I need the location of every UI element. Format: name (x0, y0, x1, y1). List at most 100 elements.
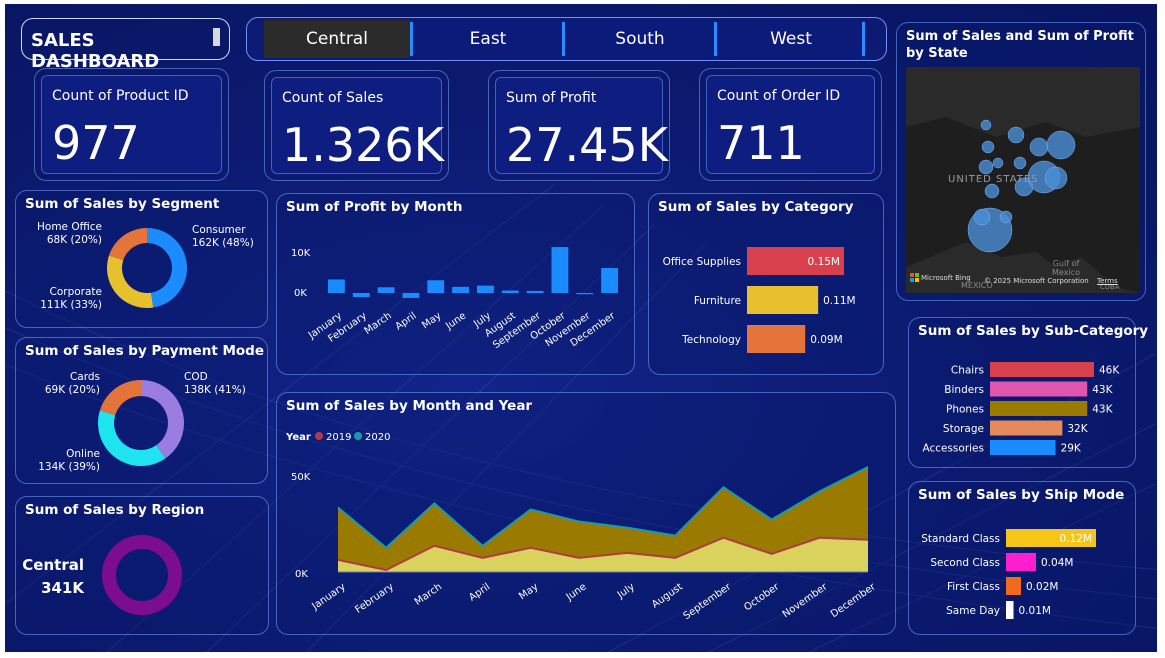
month-year-chart: Year 2019 2020 50K 0KJanuary February March Apr… (285, 432, 879, 622)
legend-marker (315, 432, 323, 440)
map-copyright: © 2025 Microsoft Corporation (984, 277, 1089, 285)
segment-chart-card: Sum of Sales by Segment Consumer 162K (48… (15, 190, 268, 328)
bar-value-label: 46K (1099, 365, 1120, 377)
bing-logo: Microsoft Bing (910, 273, 971, 282)
kpi-label: Count of Product ID (52, 88, 189, 104)
bar-value-label: 0.04M (1041, 557, 1073, 569)
slice-label: Cards (70, 371, 100, 383)
payment-chart-card: Sum of Sales by Payment Mode COD 138K (41… (15, 337, 268, 484)
tab-west[interactable]: West (718, 20, 864, 58)
slice-label: COD (184, 371, 208, 383)
x-tick-label: April (394, 310, 419, 332)
bar-category-label: Binders (944, 384, 984, 396)
bar-category-label: Same Day (946, 605, 1000, 617)
profit-bar (377, 287, 395, 293)
tab-divider (562, 22, 565, 56)
slice-value-label: 111K (33%) (40, 299, 102, 311)
donut-slice (109, 228, 147, 261)
shipmode-chart-card: Sum of Sales by Ship Mode Standard Class… (908, 481, 1136, 635)
tab-south[interactable]: South (566, 20, 714, 58)
category-chart-card: Sum of Sales by Category Office Supplies… (648, 193, 884, 375)
y-tick-label: 10K (291, 248, 311, 259)
bar-value-label: 0.01M (1019, 605, 1051, 617)
payment-donut: COD138K (41%) Online134K (39%) Cards69K (2… (38, 371, 246, 473)
slice-label: Corporate (50, 286, 103, 298)
bar-category-label: Storage (943, 423, 984, 435)
donut-ring (102, 535, 182, 615)
map-terms-link[interactable]: Terms (1097, 277, 1118, 285)
tab-central[interactable]: Central (264, 20, 410, 58)
region-label: Central (22, 556, 84, 574)
tab-east[interactable]: East (414, 20, 562, 58)
kpi-product-count: Count of Product ID 977 (34, 68, 229, 181)
bar-category-label: Standard Class (921, 533, 1000, 545)
x-tick-label: June (443, 310, 468, 332)
profit-bar (427, 280, 445, 293)
bar-category-label: First Class (947, 581, 1000, 593)
kpi-value: 27.45K (506, 118, 668, 172)
kpi-value: 1.326K (282, 118, 444, 172)
profit-month-chart-card: Sum of Profit by Month 10K 0K January Febru… (276, 193, 635, 375)
bar-category-label: Chairs (951, 365, 984, 377)
shipmode-chart: Standard Class 0.12M Second Class 0.04M Firs… (921, 529, 1096, 619)
kpi-profit-sum: Sum of Profit 27.45K (488, 70, 670, 181)
bar (747, 325, 806, 353)
bar-value-label: 0.15M (808, 256, 840, 268)
x-tick-label: July (615, 581, 637, 601)
x-tick-label: May (420, 310, 443, 331)
category-chart: Office Supplies 0.15M Furniture 0.11M Techno… (663, 247, 856, 353)
bar (1006, 553, 1036, 571)
kpi-value: 711 (717, 116, 805, 170)
bing-label: Microsoft Bing (921, 273, 971, 282)
map-title: Sum of Sales and Sum of Profit by State (906, 29, 1134, 61)
region-donut: Central 341K (22, 535, 182, 615)
kpi-value: 977 (52, 116, 140, 170)
donut-slice (141, 380, 184, 459)
slice-value-label: 134K (39%) (38, 461, 100, 473)
legend-title: Year (285, 432, 311, 443)
profit-bar (526, 290, 544, 293)
x-tick-label: October (742, 581, 782, 613)
x-tick-label: March (363, 310, 394, 336)
x-tick-label: June (564, 581, 589, 603)
bar-value-label: 0.02M (1026, 581, 1058, 593)
bar (747, 286, 819, 314)
x-tick-label: April (467, 581, 492, 603)
dashboard-canvas: SALES DASHBOARD Central East South West … (5, 4, 1157, 652)
x-tick-label: December (829, 581, 879, 620)
title-accent-bar (213, 28, 220, 46)
slice-value-label: 68K (20%) (47, 234, 102, 246)
donut-slice (99, 380, 141, 416)
slice-label: Consumer (192, 224, 246, 236)
bar-value-label: 29K (1061, 443, 1082, 455)
bar (990, 401, 1088, 416)
bar (1006, 577, 1021, 595)
bar-category-label: Office Supplies (663, 256, 741, 268)
tab-divider (410, 22, 413, 56)
x-tick-label: August (650, 581, 685, 610)
dashboard-title: SALES DASHBOARD (31, 30, 160, 72)
bar-category-label: Second Class (930, 557, 1000, 569)
region-tab-bar: Central East South West (246, 17, 887, 61)
legend-label: 2020 (365, 432, 390, 443)
bar (990, 440, 1056, 455)
bar-value-label: 32K (1067, 423, 1088, 435)
profit-bar (452, 286, 469, 293)
region-chart-card: Sum of Sales by Region Central 341K (15, 496, 269, 635)
map-gulf-label: Gulf of Mexico (1052, 259, 1080, 277)
y-tick-label: 0K (294, 288, 307, 299)
slice-value-label: 69K (20%) (45, 384, 100, 396)
profit-bar (352, 293, 370, 298)
bar-value-label: 0.11M (823, 295, 855, 307)
bar-value-label: 0.12M (1060, 533, 1092, 545)
donut-slice (97, 410, 166, 466)
kpi-sales-count: Count of Sales 1.326K (264, 70, 449, 181)
map-view[interactable]: UNITED STATES Gulf of Mexico MEXICO CUBA… (906, 67, 1140, 293)
profit-bar (402, 293, 420, 298)
profit-bar (328, 279, 345, 293)
slice-value-label: 162K (48%) (192, 237, 254, 249)
x-tick-label: May (517, 581, 540, 602)
slice-label: Online (66, 448, 100, 460)
kpi-label: Count of Sales (282, 90, 384, 106)
donut-slice (147, 228, 188, 308)
